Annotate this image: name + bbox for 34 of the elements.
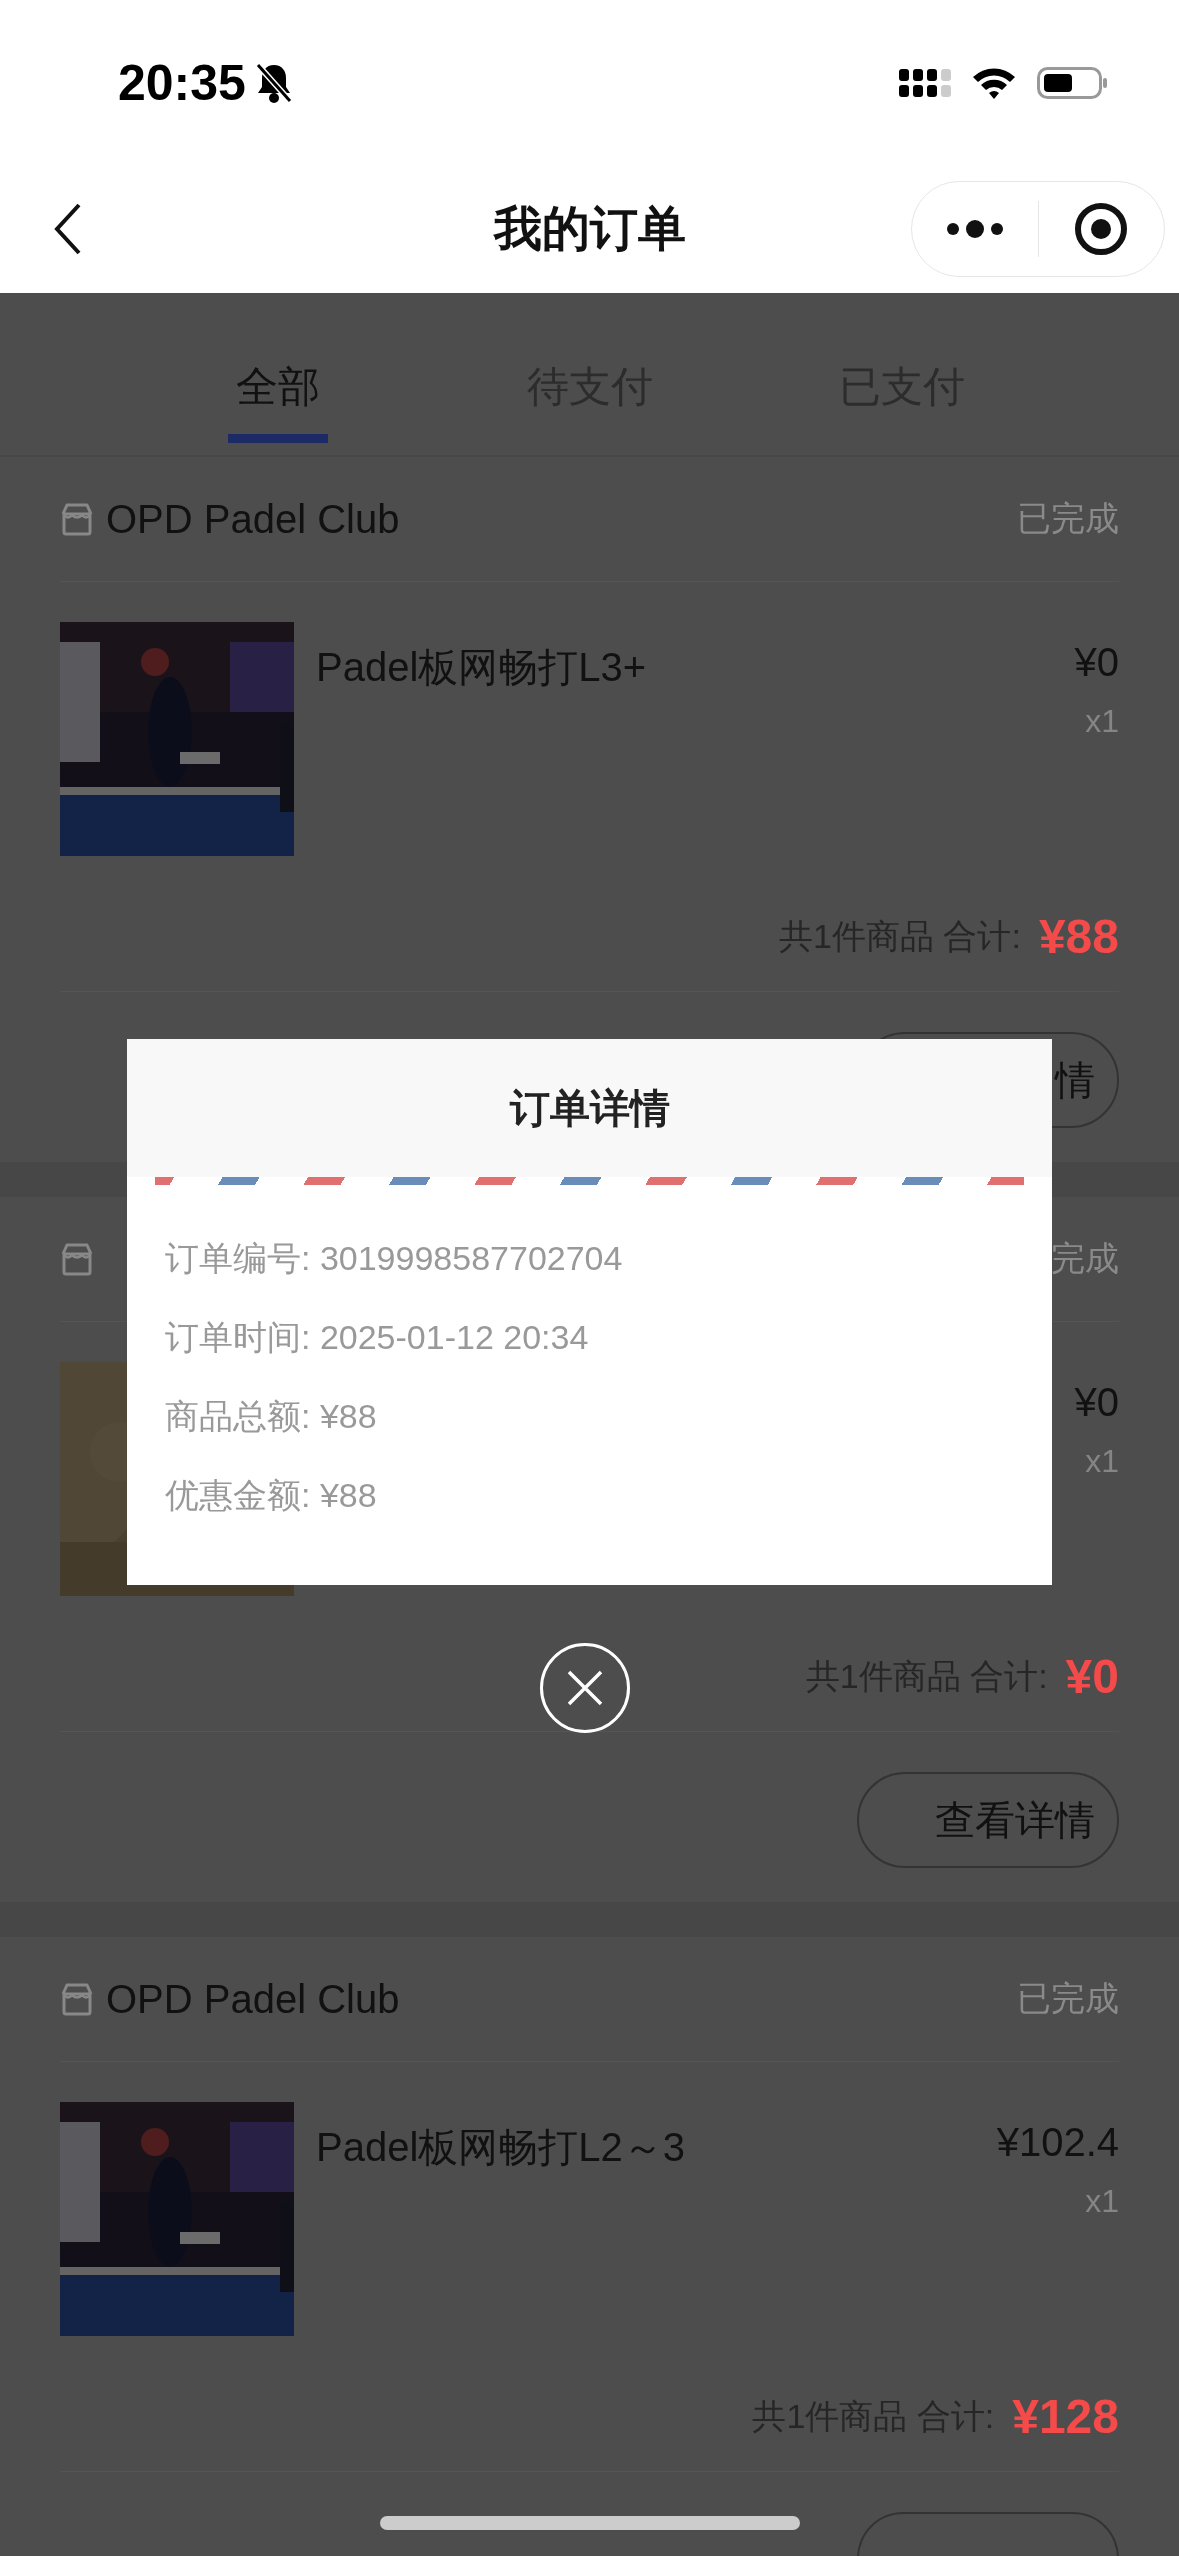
detail-line: 订单时间: 2025-01-12 20:34 [165, 1316, 590, 1358]
detail-line: 订单编号: 3019998587702704 [165, 1237, 624, 1279]
order-status: 已完成 [1017, 1978, 1119, 2019]
store-icon [60, 1242, 94, 1276]
product-name: Padel板网畅打L2～3 [316, 2124, 687, 2171]
product-price: ¥0 [1074, 1380, 1119, 1425]
order-total: ¥88 [1038, 909, 1119, 964]
order-total: ¥0 [1065, 1649, 1119, 1704]
product-quantity: x1 [1085, 2183, 1119, 2220]
shop-name: OPD Padel Club [106, 496, 400, 542]
product-quantity: x1 [1085, 1443, 1119, 1480]
shop-name: OPD Padel Club [106, 1976, 400, 2022]
store-icon [60, 1982, 94, 2016]
product-price: ¥0 [1074, 640, 1119, 685]
order-status: 已完成 [1017, 498, 1119, 539]
target-icon [1074, 202, 1129, 256]
status-time: 20:35 [118, 53, 246, 112]
close-icon [565, 1668, 605, 1708]
product-quantity: x1 [1085, 703, 1119, 740]
close-button[interactable] [540, 1643, 630, 1733]
order-total: ¥128 [1012, 2389, 1119, 2444]
store-icon [60, 502, 94, 536]
dialog-title: 订单详情 [509, 1084, 670, 1132]
page-title: 我的订单 [493, 201, 686, 257]
tab[interactable]: 全部 [121, 293, 434, 455]
detail-line: 商品总额: ¥88 [165, 1395, 378, 1437]
view-details-button[interactable]: 查看详情 [857, 1772, 1119, 1868]
product-price: ¥102.4 [996, 2120, 1119, 2165]
battery-icon [1037, 64, 1109, 101]
order-status: 完成 [1051, 1238, 1119, 1279]
more-icon [944, 219, 1005, 239]
product-name: Padel板网畅打L3+ [316, 644, 648, 691]
detail-line: 优惠金额: ¥88 [165, 1474, 378, 1516]
back-icon [53, 203, 83, 255]
